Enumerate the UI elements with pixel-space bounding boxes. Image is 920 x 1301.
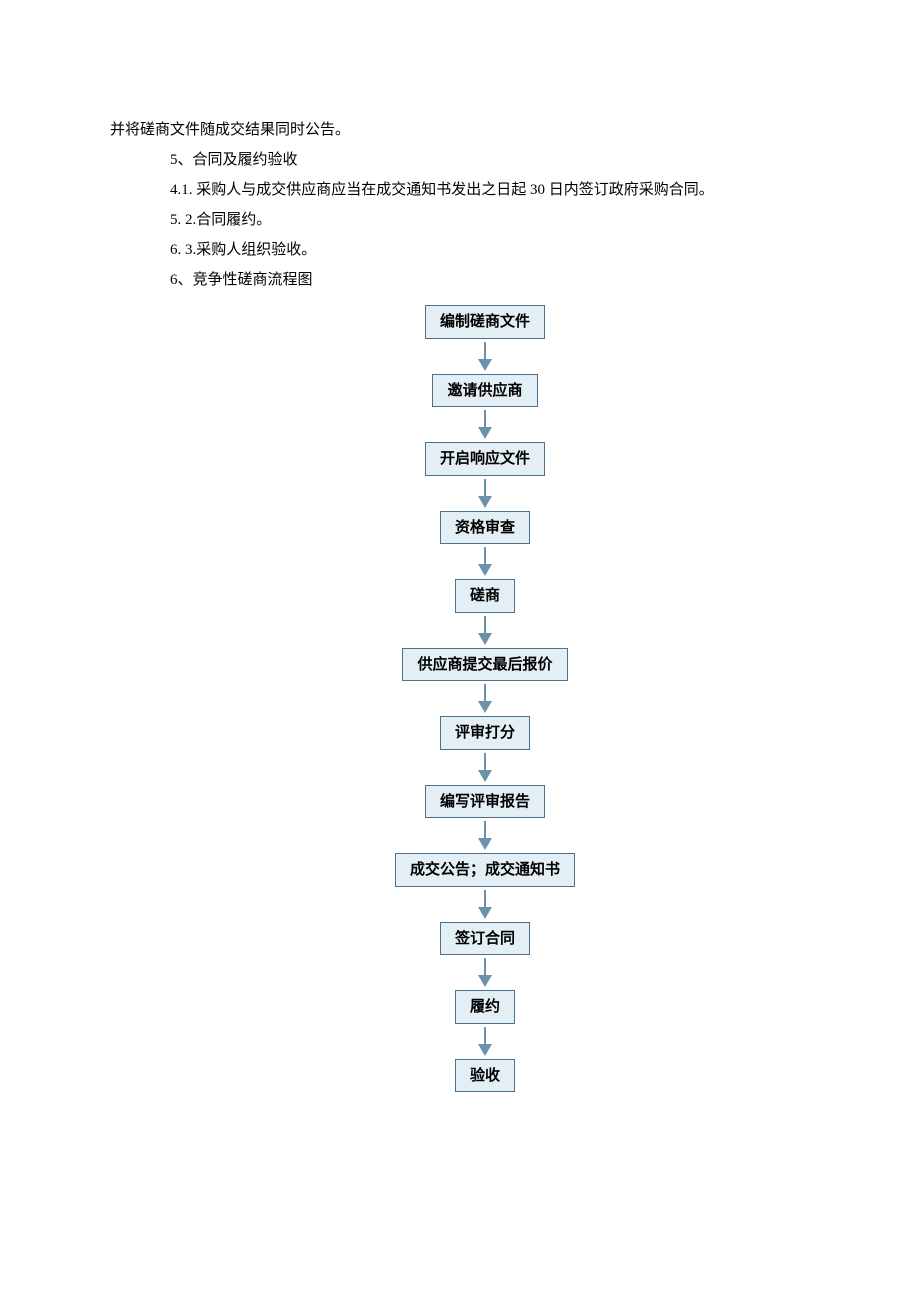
paragraph-intro: 并将磋商文件随成交结果同时公告。 <box>110 115 810 145</box>
flow-arrow-icon <box>478 750 492 785</box>
flow-step-1: 编制磋商文件 <box>425 305 545 339</box>
flow-arrow-icon <box>478 476 492 511</box>
flowchart: 编制磋商文件 邀请供应商 开启响应文件 资格审查 磋商 供应商提交最后报价 评审… <box>160 305 810 1092</box>
flow-arrow-icon <box>478 613 492 648</box>
item-4-1: 4.1. 采购人与成交供应商应当在成交通知书发出之日起 30 日内签订政府采购合… <box>110 175 810 205</box>
item-6-3: 6. 3.采购人组织验收。 <box>110 235 810 265</box>
item-5-2: 5. 2.合同履约。 <box>110 205 810 235</box>
flow-step-11: 履约 <box>455 990 515 1024</box>
flow-arrow-icon <box>478 955 492 990</box>
flow-arrow-icon <box>478 887 492 922</box>
flow-arrow-icon <box>478 818 492 853</box>
flow-arrow-icon <box>478 681 492 716</box>
flow-arrow-icon <box>478 407 492 442</box>
flow-step-2: 邀请供应商 <box>432 374 537 408</box>
flow-step-3: 开启响应文件 <box>425 442 545 476</box>
flow-step-8: 编写评审报告 <box>425 785 545 819</box>
flow-step-5: 磋商 <box>455 579 515 613</box>
flow-step-6: 供应商提交最后报价 <box>402 648 567 682</box>
document-body: 并将磋商文件随成交结果同时公告。 5、合同及履约验收 4.1. 采购人与成交供应… <box>110 115 810 1092</box>
section-5-heading: 5、合同及履约验收 <box>110 145 810 175</box>
flow-arrow-icon <box>478 544 492 579</box>
flow-step-7: 评审打分 <box>440 716 530 750</box>
flow-step-9: 成交公告；成交通知书 <box>395 853 575 887</box>
flow-step-10: 签订合同 <box>440 922 530 956</box>
flow-step-4: 资格审查 <box>440 511 530 545</box>
flow-arrow-icon <box>478 1024 492 1059</box>
section-6-heading: 6、竞争性磋商流程图 <box>110 265 810 295</box>
flow-step-12: 验收 <box>455 1059 515 1093</box>
flow-arrow-icon <box>478 339 492 374</box>
